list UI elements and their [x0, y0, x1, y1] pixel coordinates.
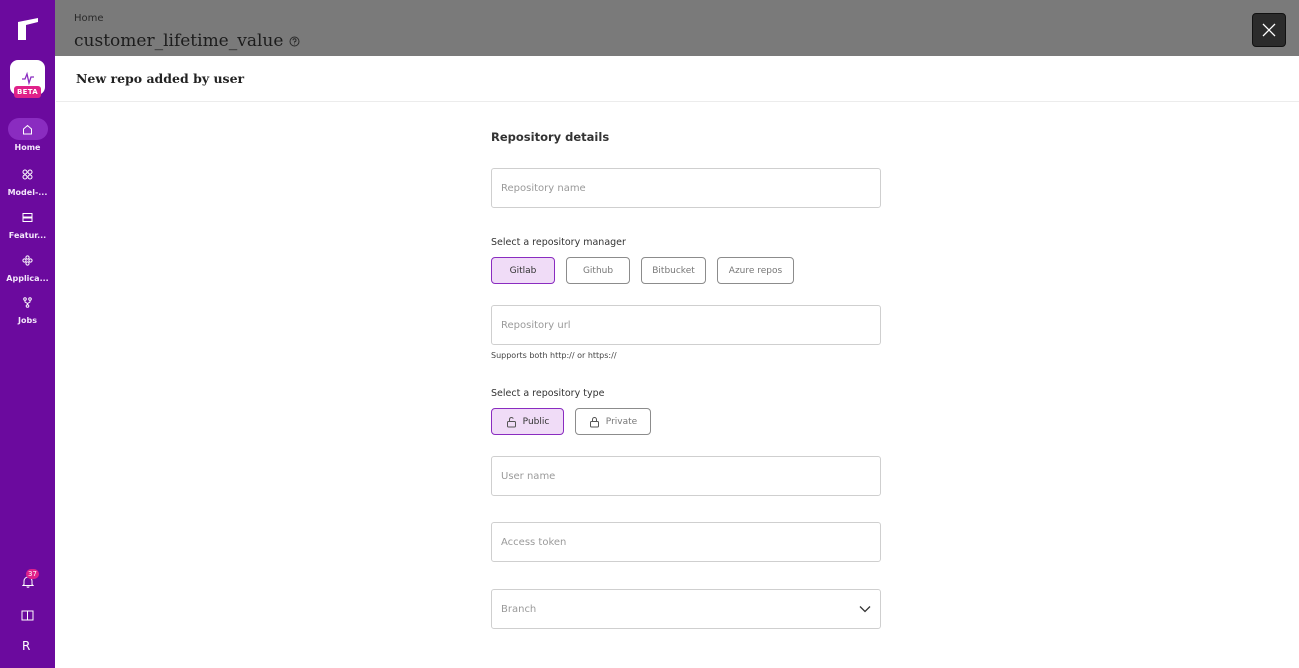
branch-select[interactable]: Branch: [491, 589, 881, 629]
manager-azure-option[interactable]: Azure repos: [717, 257, 794, 284]
docs-button[interactable]: [17, 605, 38, 625]
beta-badge: BETA: [14, 86, 41, 98]
manager-github-option[interactable]: Github: [566, 257, 630, 284]
breadcrumb: Home: [74, 13, 104, 24]
nav-label-applications: Applica...: [6, 274, 49, 283]
nav-item-model[interactable]: Model-...: [0, 163, 55, 203]
username-input[interactable]: [491, 456, 881, 496]
nav-item-jobs[interactable]: Jobs: [0, 291, 55, 331]
model-icon: [22, 169, 33, 179]
nav-item-applications[interactable]: Applica...: [0, 249, 55, 289]
help-circle-icon: [289, 36, 300, 46]
new-repo-modal: New repo added by user Repository detail…: [56, 56, 1299, 668]
branch-placeholder: Branch: [501, 603, 537, 615]
nav-label-model: Model-...: [7, 188, 48, 197]
page-title: customer_lifetime_value: [74, 31, 300, 51]
manager-gitlab-option[interactable]: Gitlab: [491, 257, 555, 284]
nav-item-home[interactable]: Home: [0, 118, 55, 158]
notification-count-badge: 37: [26, 569, 39, 579]
close-icon: [1262, 23, 1276, 37]
manager-bitbucket-option[interactable]: Bitbucket: [641, 257, 706, 284]
repository-name-input[interactable]: [491, 168, 881, 208]
close-modal-button[interactable]: [1252, 13, 1286, 47]
modal-title: New repo added by user: [76, 71, 245, 86]
application-icon: [22, 254, 33, 266]
book-icon: [21, 610, 34, 620]
repository-url-hint: Supports both http:// or https://: [491, 351, 617, 360]
type-label: Select a repository type: [491, 388, 605, 399]
manager-label: Select a repository manager: [491, 237, 626, 248]
type-private-label: Private: [605, 416, 638, 427]
nav-item-features[interactable]: Featur...: [0, 206, 55, 246]
type-public-option[interactable]: Public: [491, 408, 564, 435]
sidebar: BETA Home Model-... Featur... Applica...…: [0, 0, 55, 668]
type-public-label: Public: [522, 416, 550, 427]
avatar[interactable]: R: [22, 639, 30, 653]
nav-label-home: Home: [14, 143, 41, 152]
nav-label-jobs: Jobs: [18, 316, 37, 325]
repository-url-input[interactable]: [491, 305, 881, 345]
nav-label-features: Featur...: [8, 231, 47, 240]
pulse-icon: [21, 71, 34, 85]
unlock-icon: [506, 416, 516, 427]
feature-icon: [22, 212, 33, 222]
access-token-input[interactable]: [491, 522, 881, 562]
page-title-text: customer_lifetime_value: [74, 31, 284, 51]
jobs-icon: [23, 296, 32, 308]
logo[interactable]: [18, 18, 38, 40]
type-private-option[interactable]: Private: [575, 408, 651, 435]
modal-header: New repo added by user: [56, 56, 1299, 102]
chevron-down-icon: [859, 606, 871, 613]
lock-icon: [589, 416, 599, 427]
home-icon: [23, 124, 32, 134]
section-title: Repository details: [491, 130, 610, 144]
